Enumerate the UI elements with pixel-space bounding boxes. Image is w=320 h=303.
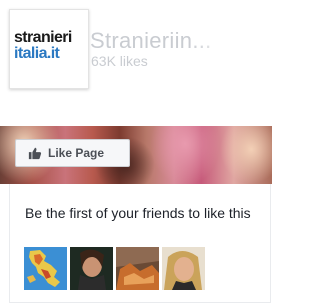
friend-thumb-portrait-3[interactable] xyxy=(162,247,205,290)
cover-photo-detail xyxy=(150,126,220,184)
friends-like-text: Be the first of your friends to like thi… xyxy=(25,205,251,221)
logo-text-line1: stranieri xyxy=(14,29,72,46)
cover-photo-detail xyxy=(220,126,272,184)
friend-thumb-portrait-2[interactable] xyxy=(116,247,159,290)
thumbs-up-icon xyxy=(28,147,42,160)
like-page-label: Like Page xyxy=(48,146,105,160)
friend-thumbnails xyxy=(24,247,205,290)
like-page-button[interactable]: Like Page xyxy=(15,139,130,167)
page-logo: stranieri italia.it xyxy=(14,29,86,69)
friends-box: Be the first of your friends to like thi… xyxy=(9,184,271,303)
friend-thumb-map[interactable] xyxy=(24,247,67,290)
page-avatar[interactable]: stranieri italia.it xyxy=(9,9,89,89)
page-header: stranieri italia.it Stranieriin... 63K l… xyxy=(9,9,259,99)
logo-text-line2: italia.it xyxy=(14,45,60,62)
page-plugin-widget: stranieri italia.it Stranieriin... 63K l… xyxy=(0,0,272,303)
friend-thumb-portrait-1[interactable] xyxy=(70,247,113,290)
page-likes-count: 63K likes xyxy=(91,53,148,69)
page-name-fade xyxy=(189,27,249,55)
